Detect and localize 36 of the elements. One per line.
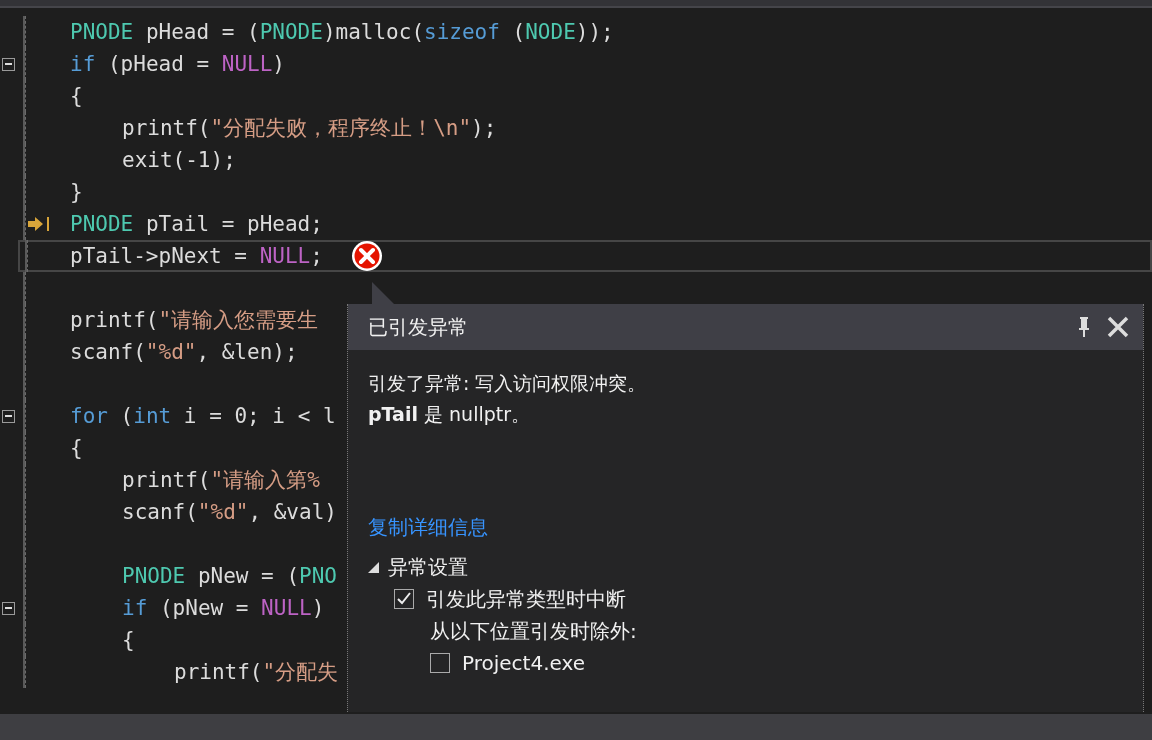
copy-details-link[interactable]: 复制详细信息 [368,514,488,541]
code-line: pTail->pNext = NULL; [70,244,323,268]
collapse-toggle[interactable] [2,601,15,615]
exception-message: 引发了异常: 写入访问权限冲突。 [368,371,647,396]
code-line: printf("请输入您需要生 [70,307,319,334]
code-line: printf("请输入第% [122,467,320,494]
code-line: if (pHead = NULL) [70,52,285,76]
collapse-toggle[interactable] [2,409,15,423]
code-line: for (int i = 0; i < l [70,404,336,428]
close-button[interactable] [1105,314,1131,340]
section-header: 异常设置 [388,553,468,581]
code-line: scanf("%d", &len); [70,340,298,364]
checkbox[interactable] [430,653,450,673]
code-line: printf("分配失 [174,659,339,686]
checkbox-label: Project4.exe [462,651,585,675]
checkbox[interactable] [394,589,414,609]
code-line: PNODE pNew = (PNO [122,564,337,588]
code-line: exit(-1); [122,148,236,172]
exception-message: pTail 是 nullptr。 [368,402,530,427]
code-line: { [70,436,83,460]
settings-note: 从以下位置引发时除外: [430,617,637,645]
code-line: } [70,180,83,204]
code-line: { [70,84,83,108]
code-line: { [122,628,135,652]
error-icon [350,240,383,272]
code-line: scanf("%d", &val) [122,500,337,524]
code-line: printf("分配失败，程序终止！\n"); [122,115,497,142]
expanded-triangle-icon[interactable] [368,561,380,573]
collapse-toggle[interactable] [2,57,15,71]
code-line: PNODE pTail = pHead; [70,212,323,236]
code-line: if (pNew = NULL) [122,596,325,620]
close-icon [1107,316,1129,338]
popup-title: 已引发异常 [368,313,468,341]
pin-icon [1077,316,1091,338]
code-line: PNODE pHead = (PNODE)malloc(sizeof (NODE)); [70,20,614,44]
checkbox-label: 引发此异常类型时中断 [426,585,626,613]
